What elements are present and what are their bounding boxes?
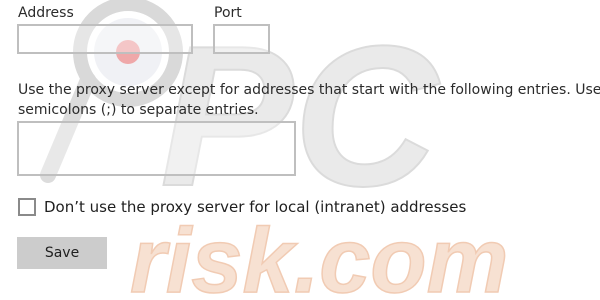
save-button[interactable]: Save	[17, 237, 107, 269]
exceptions-input[interactable]	[17, 121, 296, 176]
local-bypass-label: Don’t use the proxy server for local (in…	[44, 198, 467, 216]
port-input[interactable]	[213, 24, 270, 54]
address-input[interactable]	[17, 24, 193, 54]
exceptions-description: Use the proxy server except for addresse…	[18, 82, 600, 118]
local-bypass-checkbox-row[interactable]: Don’t use the proxy server for local (in…	[18, 197, 466, 217]
local-bypass-checkbox[interactable]	[18, 198, 36, 216]
watermark-site: risk.com	[130, 210, 508, 300]
address-label: Address	[18, 5, 74, 21]
port-label: Port	[214, 5, 242, 21]
